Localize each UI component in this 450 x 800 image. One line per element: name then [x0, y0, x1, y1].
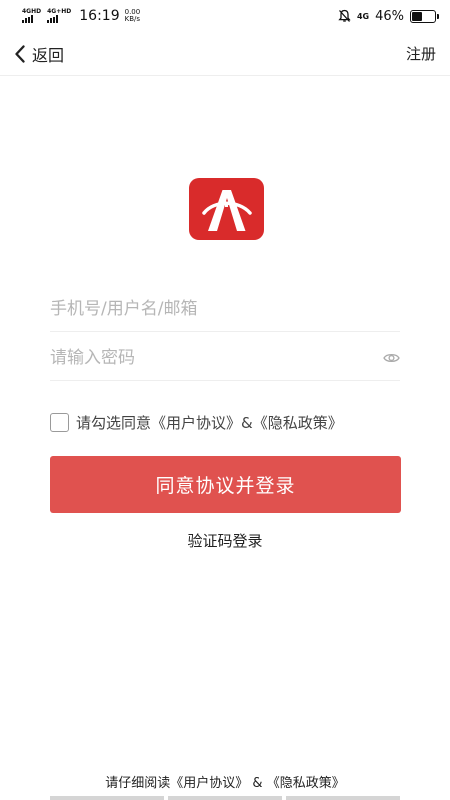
clock: 16:19: [79, 8, 120, 24]
agreement-and: &: [241, 414, 253, 432]
app-logo: [189, 178, 264, 240]
agree-and-login-button[interactable]: 同意协议并登录: [50, 456, 401, 513]
user-agreement-link[interactable]: 《用户协议》: [151, 414, 241, 432]
battery-fill: [412, 11, 422, 21]
footer-privacy-policy-link[interactable]: 《隐私政策》: [267, 776, 345, 791]
footer-and: &: [248, 776, 267, 791]
nav-bar: 返回 注册: [0, 32, 450, 76]
footer-prefix: 请仔细阅读: [105, 776, 171, 791]
footer-agreement: 请仔细阅读《用户协议》 & 《隐私政策》: [0, 772, 450, 791]
back-label: 返回: [32, 45, 65, 65]
agreement-prefix: 请勾选同意: [76, 414, 152, 432]
status-right-group: 4G 46%: [338, 8, 439, 24]
show-password-toggle[interactable]: [383, 349, 400, 368]
sms-code-login-link[interactable]: 验证码登录: [0, 530, 450, 551]
app-logo-mark-icon: [202, 190, 252, 231]
agreement-text: 请勾选同意《用户协议》&《隐私政策》: [76, 412, 343, 433]
account-input[interactable]: [50, 286, 370, 331]
signal-indicator-1: 4GHD: [22, 9, 41, 23]
password-field: [50, 335, 400, 381]
gesture-bar: [50, 796, 400, 800]
battery-icon: [410, 9, 439, 23]
network-type: 4G: [356, 11, 370, 21]
agreement-row: 请勾选同意《用户协议》&《隐私政策》: [50, 412, 343, 433]
chevron-left-icon: [15, 44, 25, 63]
signal-bars-icon: [47, 15, 59, 23]
account-field: [50, 286, 400, 332]
eye-icon: [383, 353, 400, 363]
register-link[interactable]: 注册: [406, 43, 436, 64]
signal-bars-icon: [22, 15, 33, 23]
signal-indicator-2: 4G+HD: [47, 9, 71, 23]
footer-user-agreement-link[interactable]: 《用户协议》: [170, 776, 248, 791]
net-speed-unit: KB/s: [124, 15, 141, 23]
status-bar: 4GHD 4G+HD 16:19 0.00 KB/s 4G 46%: [0, 0, 450, 32]
net-speed: 0.00 KB/s: [125, 9, 141, 23]
battery-percent: 46%: [375, 8, 404, 24]
bell-off-icon: [338, 9, 351, 22]
agreement-checkbox[interactable]: [50, 413, 69, 432]
back-button[interactable]: 返回: [14, 42, 64, 66]
password-input[interactable]: [50, 335, 370, 380]
privacy-policy-link[interactable]: 《隐私政策》: [253, 414, 343, 432]
